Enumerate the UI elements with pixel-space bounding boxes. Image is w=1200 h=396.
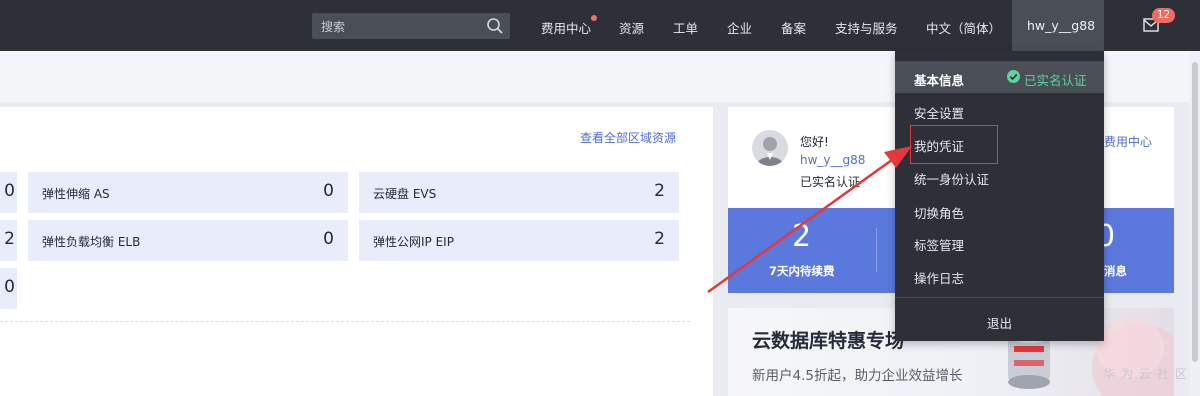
resource-card-eip[interactable]: 弹性公网IP EIP 2 — [359, 220, 679, 261]
user-avatar-icon — [756, 137, 784, 166]
renewal-label: 7天内待续费 — [769, 264, 835, 278]
resource-card-partial[interactable]: 0 — [0, 268, 17, 309]
resource-count: 2 — [654, 229, 665, 249]
nav-fee-center[interactable]: 费用中心 — [541, 15, 598, 37]
promo-title: 云数据库特惠专场 — [752, 330, 905, 352]
basic-info-label: 基本信息 — [914, 73, 965, 88]
messages-label: 消息 — [1104, 264, 1127, 278]
menu-divider — [895, 297, 1104, 298]
scrollbar-thumb[interactable] — [1192, 62, 1198, 362]
resource-count: 0 — [4, 181, 15, 201]
nav-fee-center-label: 费用中心 — [541, 21, 592, 36]
menu-item-logout[interactable]: 退出 — [987, 313, 1012, 332]
user-name: hw_y__g88 — [1027, 18, 1096, 33]
user-menu-trigger[interactable]: hw_y__g88 — [1012, 0, 1104, 51]
nav-support[interactable]: 支持与服务 — [835, 18, 898, 37]
resource-count: 0 — [323, 229, 334, 249]
greeting: 您好! — [800, 135, 829, 149]
notification-dot — [591, 15, 598, 21]
resource-card-as[interactable]: 弹性伸缩 AS 0 — [28, 172, 348, 213]
resource-name: 弹性伸缩 AS — [42, 187, 110, 201]
view-all-regions-link[interactable]: 查看全部区域资源 — [580, 129, 676, 146]
search-input[interactable]: 搜索 — [321, 18, 345, 35]
resource-name: 云硬盘 EVS — [373, 187, 437, 201]
fee-center-link[interactable]: 费用中心 — [1104, 133, 1152, 150]
resource-count: 0 — [323, 181, 334, 201]
resource-card-partial[interactable]: 0 — [0, 172, 17, 213]
check-circle-icon — [1007, 70, 1020, 83]
resource-count: 2 — [4, 229, 15, 249]
nav-resources[interactable]: 资源 — [619, 18, 644, 37]
resource-name: 弹性负载均衡 ELB — [42, 235, 141, 249]
watermark: 华为云社区 — [1103, 367, 1194, 381]
nav-enterprise[interactable]: 企业 — [727, 18, 752, 37]
divider — [0, 321, 690, 322]
resource-count: 0 — [4, 277, 15, 297]
resource-card-elb[interactable]: 弹性负载均衡 ELB 0 — [28, 220, 348, 261]
search-icon[interactable] — [486, 17, 504, 35]
menu-item-security-settings[interactable]: 安全设置 — [914, 103, 964, 122]
resource-card-partial[interactable]: 2 — [0, 220, 17, 261]
promo-subtitle: 新用户4.5折起，助力企业效益增长 — [752, 368, 963, 384]
nav-language[interactable]: 中文（简体） — [926, 18, 1001, 37]
menu-item-operation-log[interactable]: 操作日志 — [914, 268, 964, 287]
resource-count: 2 — [654, 181, 665, 201]
resource-card-evs[interactable]: 云硬盘 EVS 2 — [359, 172, 679, 213]
mail-count-badge: 12 — [1152, 8, 1175, 23]
account-username-link[interactable]: hw_y__g88 — [800, 153, 865, 167]
nav-filing[interactable]: 备案 — [781, 18, 806, 37]
renewal-count[interactable]: 2 — [792, 219, 811, 254]
nav-tickets[interactable]: 工单 — [673, 18, 698, 37]
menu-item-tag-management[interactable]: 标签管理 — [914, 235, 964, 254]
stats-divider — [876, 228, 877, 272]
avatar[interactable] — [752, 130, 788, 166]
search-box[interactable]: 搜索 — [312, 13, 510, 39]
resource-name: 弹性公网IP EIP — [373, 235, 454, 249]
dropdown-header-basic-info[interactable]: 基本信息 已实名认证 — [895, 61, 1104, 93]
verified-label: 已实名认证 — [1024, 73, 1087, 88]
menu-item-iam[interactable]: 统一身份认证 — [914, 169, 989, 188]
highlight-box — [910, 125, 998, 164]
verification-status: 已实名认证 — [800, 175, 861, 189]
menu-item-switch-role[interactable]: 切换角色 — [914, 203, 964, 222]
